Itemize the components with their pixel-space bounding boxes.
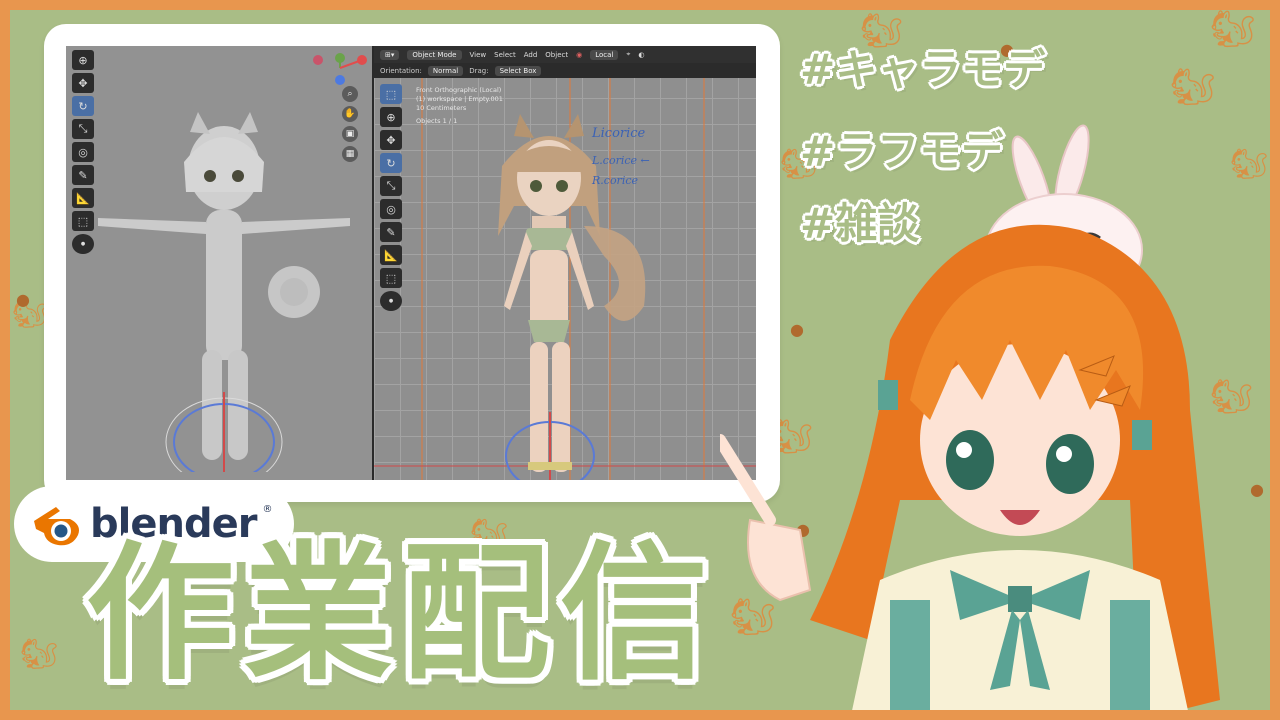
drag-dropdown[interactable]: Select Box: [494, 65, 542, 76]
move-icon[interactable]: ✥: [72, 73, 94, 93]
handwritten-note-2: L.corice ←: [592, 154, 650, 167]
add-cube-icon[interactable]: ⬚: [72, 211, 94, 231]
blender-viewport: ⊕ ✥ ↻ ⤡ ◎ ✎ 📐 ⬚ ● ⌕ ✋ ▣ ▦ ⊞▾ Object Mode…: [66, 46, 756, 480]
measure-icon[interactable]: 📐: [72, 188, 94, 208]
view-name-text: Front Orthographic (Local): [416, 86, 502, 94]
cursor-icon[interactable]: ⊕: [380, 107, 402, 127]
object-count-text: Objects 1 / 1: [416, 117, 458, 125]
mode-toggle-icon[interactable]: ●: [380, 291, 402, 311]
annotate-icon[interactable]: ✎: [380, 222, 402, 242]
move-icon[interactable]: ✥: [380, 130, 402, 150]
measure-icon[interactable]: 📐: [380, 245, 402, 265]
editor-type-button[interactable]: ⊞▾: [380, 49, 400, 60]
menu-view[interactable]: View: [470, 51, 487, 59]
rotate-icon[interactable]: ↻: [72, 96, 94, 116]
transform-space-dropdown[interactable]: Local: [590, 49, 619, 60]
handwritten-note-3: R.corice: [592, 174, 639, 187]
add-cube-icon[interactable]: ⬚: [380, 268, 402, 288]
screenshot-card: ⊕ ✥ ↻ ⤡ ◎ ✎ 📐 ⬚ ● ⌕ ✋ ▣ ▦ ⊞▾ Object Mode…: [44, 24, 780, 502]
left-toolbar: ⊕ ✥ ↻ ⤡ ◎ ✎ 📐 ⬚ ●: [72, 50, 94, 254]
grid-scale-text: 10 Centimeters: [416, 104, 467, 112]
menu-select[interactable]: Select: [494, 51, 516, 59]
collection-text: (1) workspace | Empty.001: [416, 95, 503, 103]
menu-add[interactable]: Add: [524, 51, 538, 59]
vtuber-character-illustration: [720, 124, 1220, 720]
overlay-icon[interactable]: ◐: [638, 51, 644, 59]
blender-logo-icon: [34, 507, 79, 546]
right-viewport[interactable]: ⊞▾ Object Mode View Select Add Object ◉ …: [374, 46, 756, 480]
acorn-icon: ●: [16, 290, 30, 309]
viewport-header: ⊞▾ Object Mode View Select Add Object ◉ …: [374, 46, 756, 63]
axis-gizmo-icon[interactable]: [310, 50, 370, 90]
handwritten-note-1: Licorice: [592, 126, 646, 141]
registered-mark: ®: [262, 504, 273, 515]
transform-icon[interactable]: ◎: [380, 199, 402, 219]
scale-icon[interactable]: ⤡: [380, 176, 402, 196]
left-viewport[interactable]: ⊕ ✥ ↻ ⤡ ◎ ✎ 📐 ⬚ ● ⌕ ✋ ▣ ▦: [66, 46, 372, 480]
mode-toggle-icon[interactable]: ●: [72, 234, 94, 254]
transform-icon[interactable]: ◎: [72, 142, 94, 162]
rotate-icon[interactable]: ↻: [380, 153, 402, 173]
orientation-dropdown[interactable]: Normal: [427, 65, 464, 76]
orientation-label: Orientation:: [380, 66, 422, 75]
base-mesh-model[interactable]: [94, 92, 354, 472]
squirrel-icon: 🐿: [20, 637, 59, 672]
cursor-icon[interactable]: ⊕: [72, 50, 94, 70]
tool-settings-bar: Orientation: Normal Drag: Select Box: [374, 63, 756, 78]
stream-title: 作業配信: [86, 528, 718, 700]
annotate-icon[interactable]: ✎: [72, 165, 94, 185]
object-mode-dropdown[interactable]: Object Mode: [407, 49, 462, 60]
select-box-icon[interactable]: ⬚: [380, 84, 402, 104]
squirrel-icon: 🐿: [1210, 9, 1256, 50]
menu-object[interactable]: Object: [545, 51, 568, 59]
viewport-info: Front Orthographic (Local) (1) workspace…: [416, 86, 503, 126]
right-toolbar: ⬚ ⊕ ✥ ↻ ⤡ ◎ ✎ 📐 ⬚ ●: [380, 84, 402, 311]
snap-icon[interactable]: ⌖: [626, 50, 630, 59]
shading-icon[interactable]: ◉: [576, 51, 582, 59]
scale-icon[interactable]: ⤡: [72, 119, 94, 139]
drag-label: Drag:: [469, 66, 489, 75]
